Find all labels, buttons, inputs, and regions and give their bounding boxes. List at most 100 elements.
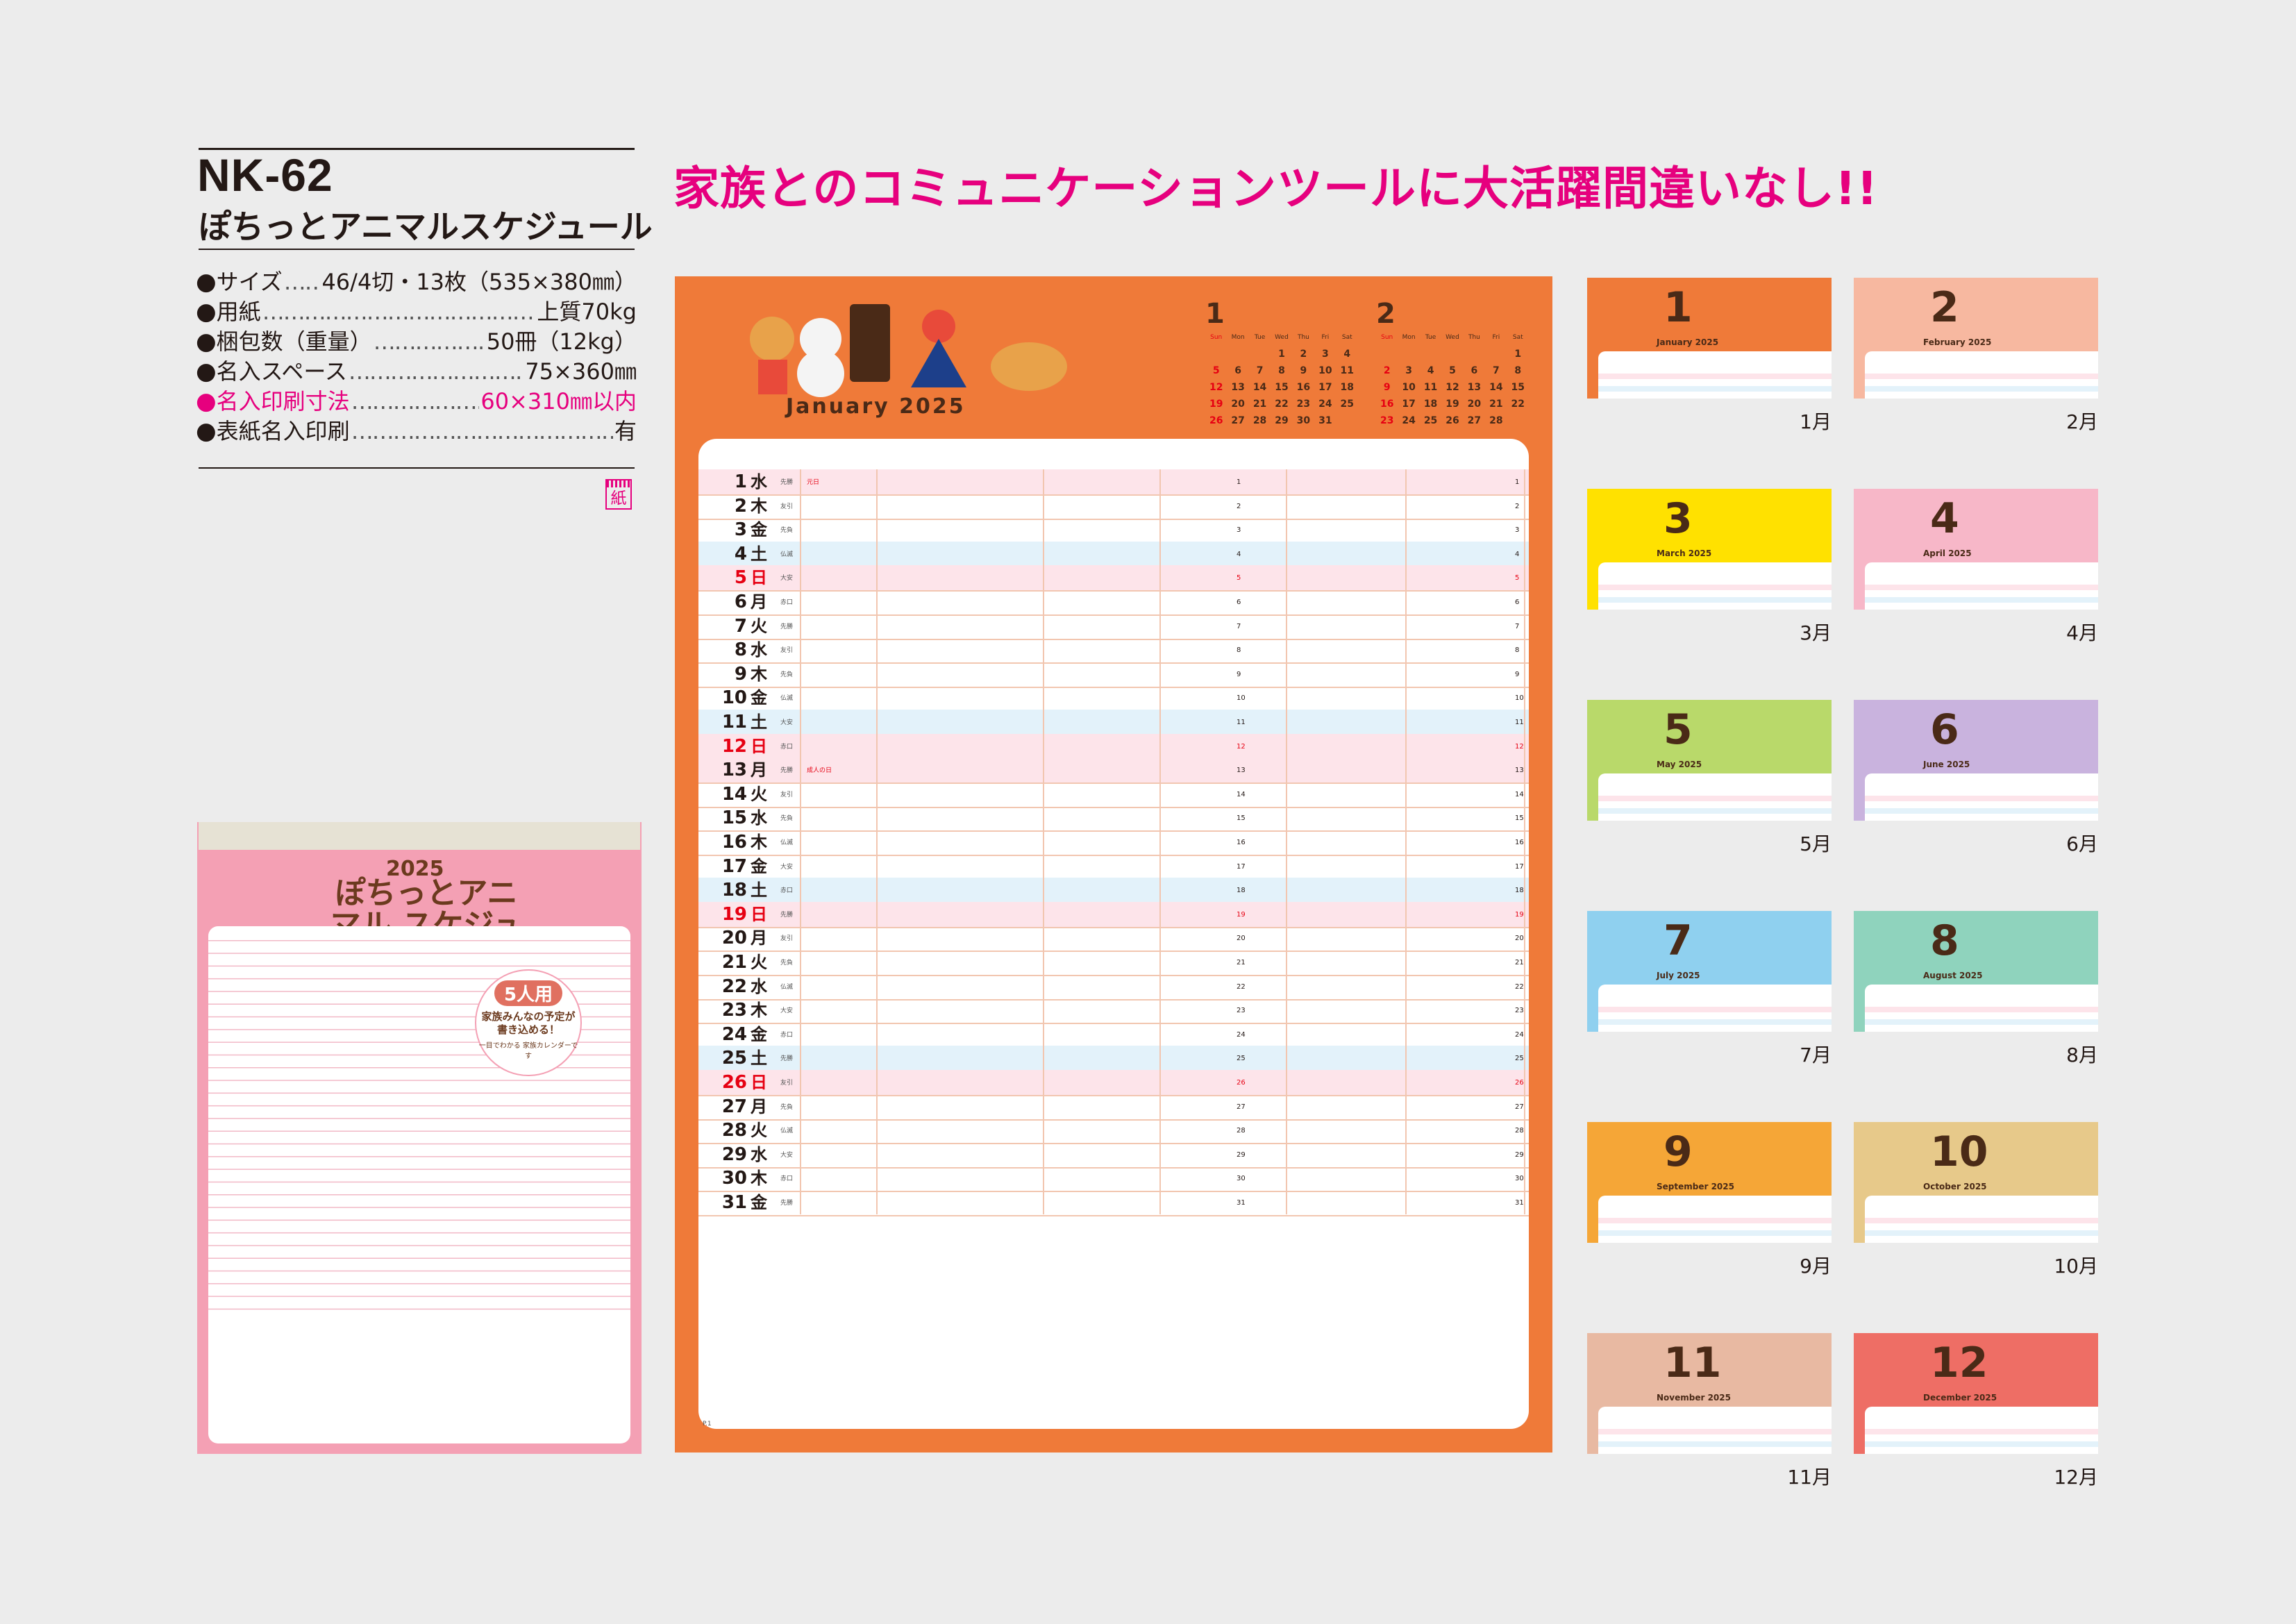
thumb-month-number: 9	[1664, 1128, 1693, 1176]
schedule-row: 11 土大安 11 11	[698, 710, 1529, 736]
column-divider	[1159, 469, 1161, 1214]
weekday: 日	[751, 568, 767, 588]
day-number: 24	[721, 1023, 747, 1045]
mini-day: 22	[1275, 399, 1289, 410]
day-number-right: 23	[1515, 1007, 1524, 1015]
schedule-row: 13 月先勝 成人の日 13 13	[698, 757, 1529, 785]
cover-row-line	[208, 1067, 630, 1069]
thumb-month-number: 7	[1664, 916, 1693, 965]
thumb-month-name: October 2025	[1923, 1182, 1987, 1191]
schedule-row: 4 土仏滅 4 4	[698, 541, 1529, 568]
day-number: 1	[734, 471, 747, 492]
mini-day: 11	[1340, 365, 1355, 376]
weekday: 火	[751, 1121, 767, 1141]
day-number-mid: 24	[1237, 1030, 1246, 1039]
day-number-mid: 22	[1237, 982, 1246, 991]
schedule-row: 29 水大安 29 29	[698, 1142, 1529, 1169]
cover-row-line	[208, 1143, 630, 1145]
mini-day: 31	[1318, 415, 1332, 426]
cover-row-line	[208, 953, 630, 954]
mini-day: 5	[1212, 365, 1220, 376]
day-number: 31	[721, 1192, 747, 1213]
weekday: 月	[751, 928, 767, 948]
rokuyo: 大安	[780, 719, 794, 726]
mini-day: 21	[1489, 399, 1503, 410]
mini-day: 26	[1209, 415, 1223, 426]
month-thumbnail: 11 November 2025	[1587, 1333, 1832, 1454]
mini-day: 1	[1514, 349, 1522, 360]
mini-day: 18	[1340, 382, 1355, 393]
mini-day: 19	[1446, 399, 1459, 410]
weekday: 金	[751, 688, 767, 708]
cover-preview: 2025 ぽちっとアニマル スケジュール 5人用 家族みんなの予定が 書き込める…	[197, 822, 642, 1454]
mini-calendar-feb: 2 Sun Mon Tue Wed Thu Fri Sat 1 2 3 4 5 6 7 8 9 10 11 12 13…	[1376, 299, 1529, 429]
thumb-stripe	[1865, 796, 2098, 801]
mini-month-number: 1	[1205, 298, 1225, 330]
day-number-mid: 20	[1237, 935, 1246, 943]
schedule-row: 30 木赤口 30 30	[698, 1166, 1529, 1193]
day-number: 16	[721, 832, 747, 853]
thumb-month-name: April 2025	[1923, 549, 1972, 558]
day-number: 13	[721, 760, 747, 781]
rokuyo: 先勝	[780, 1200, 794, 1207]
thumb-month-number: 5	[1664, 705, 1693, 754]
day-number-mid: 17	[1237, 862, 1246, 871]
day-number-mid: 21	[1237, 959, 1246, 966]
mini-day: 23	[1296, 399, 1311, 410]
month-label: 10月	[2054, 1255, 2098, 1278]
day-number-right: 10	[1515, 694, 1524, 703]
rokuyo: 友引	[780, 503, 794, 510]
day-number: 2	[734, 495, 747, 517]
mini-day: 2	[1300, 349, 1307, 360]
day-number-right: 27	[1515, 1103, 1524, 1111]
day-number-right: 4	[1515, 550, 1520, 558]
column-divider	[800, 469, 801, 1214]
mini-day	[1485, 346, 1507, 362]
mini-day: 19	[1209, 399, 1223, 410]
day-number-mid: 9	[1237, 670, 1241, 678]
schedule-row: 23 木大安 23 23	[698, 998, 1529, 1025]
day-number-right: 17	[1515, 862, 1524, 871]
day-number-mid: 12	[1237, 742, 1246, 751]
thumb-stripe	[1865, 597, 2098, 603]
thumb-month-name: February 2025	[1923, 337, 1992, 347]
day-number-right: 21	[1515, 959, 1524, 966]
weekday: 日	[751, 1073, 767, 1092]
mini-day: 30	[1296, 415, 1311, 426]
cover-badge: 5人用 家族みんなの予定が 書き込める！ 一目でわかる 家族カレンダーです	[475, 969, 582, 1076]
schedule-row: 19 日先勝 19 19	[698, 901, 1529, 928]
mini-day: 27	[1467, 415, 1482, 426]
mini-weekday: Mon	[1231, 334, 1245, 341]
month-thumbnail: 6 June 2025	[1854, 700, 2098, 821]
spec-print-size: ●名入印刷寸法60×310㎜以内	[196, 387, 637, 417]
mini-day: 9	[1300, 365, 1307, 376]
schedule-row: 12 日赤口 12 12	[698, 733, 1529, 760]
day-number: 20	[721, 928, 747, 949]
cover-row-line	[208, 1245, 630, 1246]
month-thumbnail: 8 August 2025	[1854, 911, 2098, 1032]
thumb-month-name: March 2025	[1657, 549, 1712, 558]
day-number-right: 31	[1515, 1199, 1524, 1207]
day-number-right: 22	[1515, 982, 1524, 991]
weekday: 土	[751, 1048, 767, 1069]
thumb-month-name: June 2025	[1923, 760, 1970, 769]
weekday: 火	[751, 784, 767, 804]
mini-day: 4	[1343, 349, 1351, 360]
weekday: 木	[751, 496, 767, 516]
mini-day: 10	[1402, 382, 1416, 393]
day-number: 11	[721, 712, 747, 733]
day-number-mid: 18	[1237, 887, 1246, 895]
thumb-month-number: 4	[1930, 494, 1959, 543]
weekday: 水	[751, 1144, 767, 1164]
month-label: 5月	[1800, 832, 1832, 855]
thumb-month-name: July 2025	[1657, 971, 1700, 980]
badge-sub: 家族みんなの予定が 書き込める！	[481, 1010, 576, 1036]
month-label: 12月	[2054, 1466, 2098, 1489]
weekday: 月	[751, 760, 767, 780]
cover-row-line	[208, 1308, 630, 1310]
rokuyo: 大安	[780, 1151, 794, 1159]
month-label: 4月	[2066, 621, 2098, 644]
month-thumbnail: 10 October 2025	[1854, 1122, 2098, 1243]
mini-weekday: Tue	[1425, 334, 1436, 341]
day-number-right: 15	[1515, 814, 1524, 823]
